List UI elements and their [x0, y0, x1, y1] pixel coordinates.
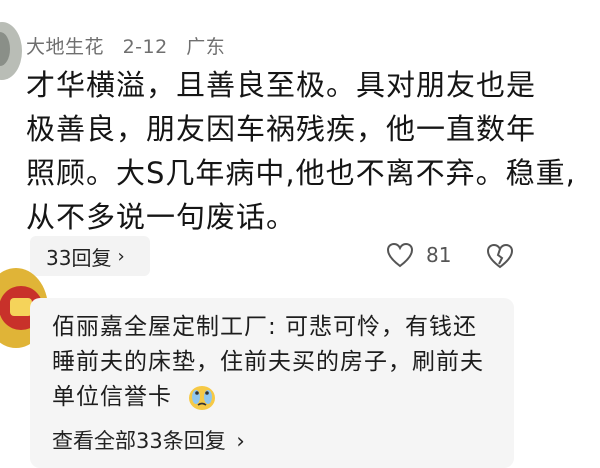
- view-all-replies-link[interactable]: 查看全部33条回复 ›: [52, 425, 245, 455]
- comment-line: 从不多说一句废话。: [26, 200, 297, 234]
- author-name[interactable]: 大地生花: [26, 36, 104, 58]
- view-all-label: 查看全部33条回复: [52, 429, 226, 453]
- replies-label: 33回复: [46, 245, 112, 270]
- reply-line: 单位信誉卡: [52, 384, 172, 410]
- chevron-right-icon: ›: [117, 245, 125, 267]
- dislike-button[interactable]: [486, 243, 514, 273]
- comment-meta: 大地生花 2-12 广东: [26, 32, 237, 59]
- reply-line-with-emoji: 单位信誉卡: [52, 380, 522, 415]
- crying-face-emoji-icon: [189, 385, 216, 410]
- chevron-right-icon: ›: [236, 429, 245, 453]
- heart-icon: [386, 242, 414, 268]
- broken-heart-icon: [486, 243, 514, 269]
- reply-line: 佰丽嘉全屋定制工厂: 可悲可怜，有钱还: [52, 314, 478, 340]
- reply-line: 睡前夫的床垫，住前夫买的房子，刷前夫: [52, 349, 484, 375]
- comment-line: 照顾。大S几年病中,他也不离不弃。稳重,: [26, 156, 576, 190]
- like-button[interactable]: 81: [386, 242, 451, 268]
- comment-date: 2-12: [122, 36, 168, 58]
- reply-preview-text: 佰丽嘉全屋定制工厂: 可悲可怜，有钱还 睡前夫的床垫，住前夫买的房子，刷前夫 单…: [52, 310, 522, 415]
- comment-line: 极善良，朋友因车祸残疾，他一直数年: [26, 112, 537, 146]
- comment-location: 广东: [186, 36, 226, 58]
- comment-line: 才华横溢，且善良至极。具对朋友也是: [26, 68, 537, 102]
- comment-text: 才华横溢，且善良至极。具对朋友也是 极善良，朋友因车祸残疾，他一直数年 照顾。大…: [26, 63, 586, 239]
- replies-button[interactable]: 33回复 ›: [30, 236, 150, 276]
- commenter-avatar[interactable]: [0, 22, 22, 80]
- like-count: 81: [426, 243, 452, 267]
